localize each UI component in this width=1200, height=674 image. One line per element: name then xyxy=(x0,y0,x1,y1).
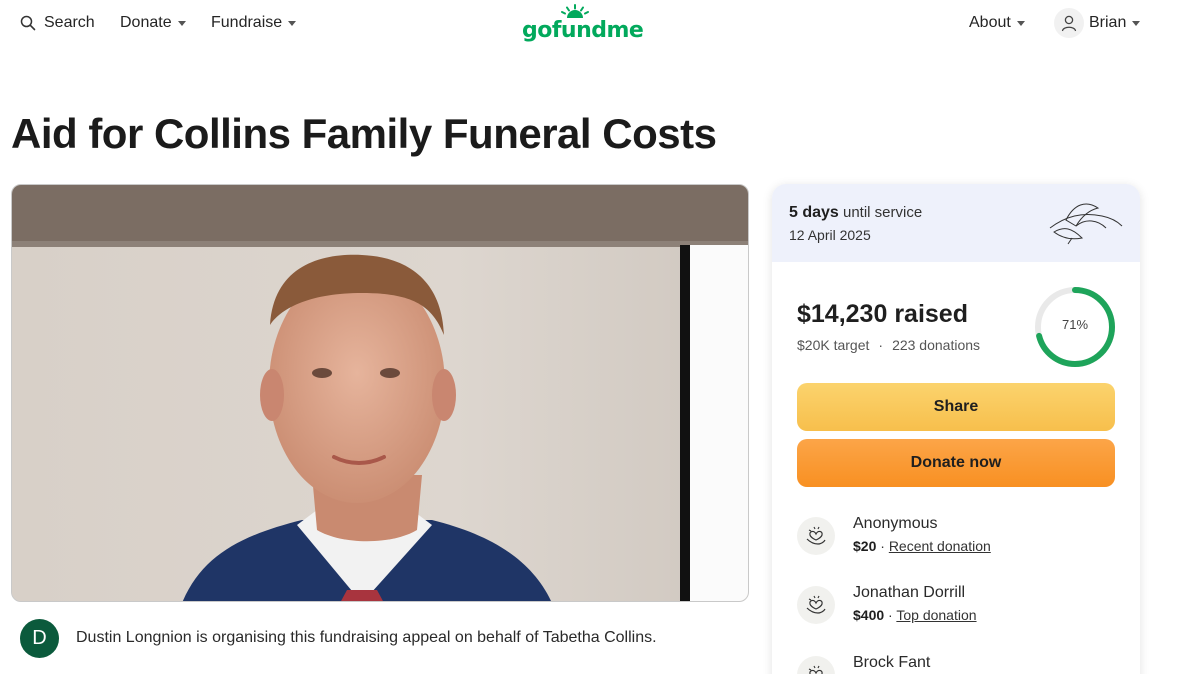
donate-menu-label: Donate xyxy=(120,14,172,31)
progress-percent: 71% xyxy=(1061,317,1089,332)
donation-item: Jonathan Dorrill $400 · Top donation xyxy=(797,584,1117,634)
chevron-down-icon xyxy=(288,20,297,26)
logo-text: gofundme xyxy=(522,18,644,43)
recent-donation-link[interactable]: Recent donation xyxy=(889,538,991,554)
donor-name: Brock Fant xyxy=(853,654,931,671)
chevron-down-icon xyxy=(177,20,186,26)
donation-card: 5 days until service 12 April 2025 $14,2… xyxy=(772,184,1140,674)
sun-icon xyxy=(561,4,589,18)
days-count: 5 days xyxy=(789,204,839,221)
organizer-avatar[interactable]: D xyxy=(20,618,59,658)
service-days: 5 days until service xyxy=(789,204,922,222)
search-icon xyxy=(20,15,36,31)
service-countdown: 5 days until service 12 April 2025 xyxy=(772,184,1140,262)
donation-meta: $400 · Top donation xyxy=(853,607,977,623)
amount-raised: $14,230 raised xyxy=(797,300,968,328)
donation-item: Brock Fant xyxy=(797,654,1117,674)
donate-now-button[interactable]: Donate now xyxy=(797,439,1115,487)
campaign-stats: $20K target · 223 donations xyxy=(797,337,980,353)
heart-hands-icon xyxy=(797,656,835,674)
lily-icon xyxy=(1049,203,1123,245)
top-donation-link[interactable]: Top donation xyxy=(896,607,976,623)
chevron-down-icon xyxy=(1132,20,1141,26)
fundraise-menu-label: Fundraise xyxy=(211,14,283,31)
campaign-image xyxy=(12,185,748,601)
organizer-info: D Dustin Longnion is organising this fun… xyxy=(20,618,657,658)
service-date: 12 April 2025 xyxy=(789,227,871,243)
organizer-text: Dustin Longnion is organising this fundr… xyxy=(76,629,657,646)
fundraise-menu[interactable]: Fundraise xyxy=(211,12,297,34)
about-menu[interactable]: About xyxy=(969,12,1025,34)
donor-name: Anonymous xyxy=(853,515,938,532)
share-button[interactable]: Share xyxy=(797,383,1115,431)
user-name: Brian xyxy=(1089,14,1127,31)
avatar xyxy=(1054,8,1084,38)
separator: · xyxy=(880,538,885,554)
donation-meta: $20 · Recent donation xyxy=(853,538,991,554)
search-button[interactable]: Search xyxy=(20,12,95,34)
page-title: Aid for Collins Family Funeral Costs xyxy=(11,110,717,157)
donation-amount: $20 xyxy=(853,538,877,554)
gofundme-logo[interactable]: gofundme xyxy=(522,4,644,44)
donor-name: Jonathan Dorrill xyxy=(853,584,966,601)
donations-count: 223 donations xyxy=(892,337,981,353)
search-label: Search xyxy=(44,14,95,31)
heart-hands-icon xyxy=(797,517,835,555)
campaign-photo[interactable] xyxy=(11,184,749,602)
donation-amount: $400 xyxy=(853,607,885,623)
about-menu-label: About xyxy=(969,14,1011,31)
user-menu[interactable]: Brian xyxy=(1054,8,1141,38)
user-icon xyxy=(1061,15,1077,32)
separator: · xyxy=(878,337,884,353)
donate-menu[interactable]: Donate xyxy=(120,12,186,34)
days-suffix: until service xyxy=(842,204,923,221)
separator: · xyxy=(888,607,893,623)
heart-hands-icon xyxy=(797,586,835,624)
donation-item: Anonymous $20 · Recent donation xyxy=(797,515,1117,565)
target-amount: $20K target xyxy=(797,337,870,353)
chevron-down-icon xyxy=(1016,20,1025,26)
top-nav: Search Donate Fundraise gofundme About B… xyxy=(0,0,1200,46)
